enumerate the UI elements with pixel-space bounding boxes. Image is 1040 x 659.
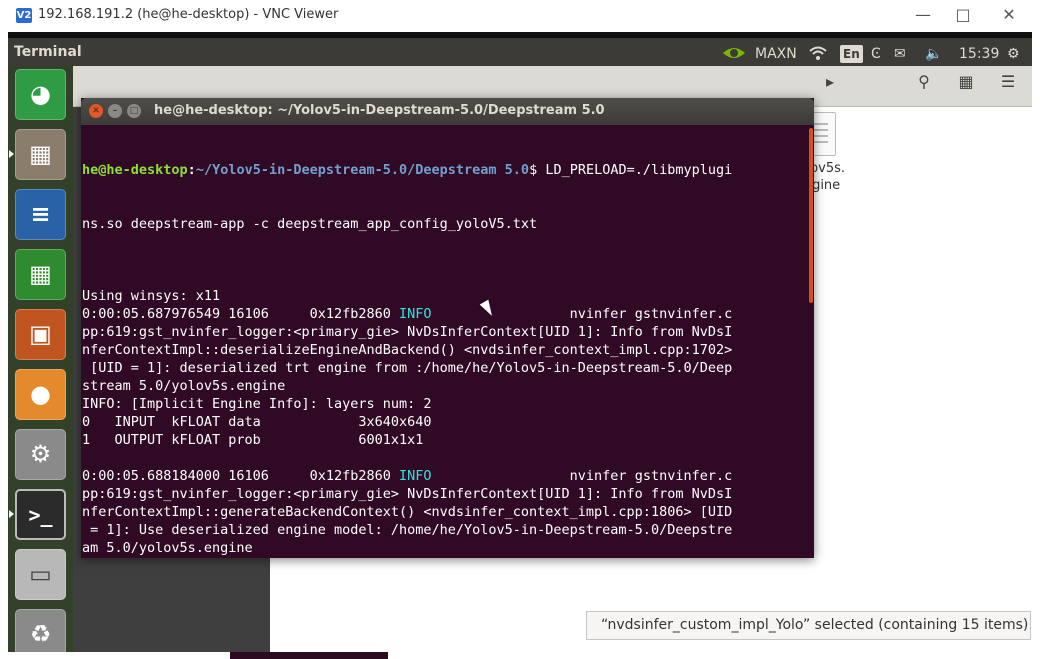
writer-icon[interactable]: ≡	[15, 189, 66, 240]
panel-app-title: Terminal	[14, 44, 82, 60]
terminal-line: 0:00:05.688184000 16106 0x12fb2860 INFO …	[82, 468, 733, 484]
launcher: ◕ ▦ ≡ ▦ ▣ ● ⚙ >_ ▭ ♻	[8, 66, 73, 652]
terminal-line: ns.so deepstream-app -c deepstream_app_c…	[82, 216, 538, 232]
terminal-close-icon[interactable]: ✕	[89, 104, 103, 118]
shopping-bag-icon[interactable]: ●	[15, 369, 66, 420]
terminal-title: he@he-desktop: ~/Yolov5-in-Deepstream-5.…	[154, 103, 605, 118]
terminal-line: Using winsys: x11	[82, 288, 221, 304]
remote-desktop: Terminal MAXN En Ͼ ✉ 🔈 15:39 ⚙ ◕ ▦ ≡ ▦ ▣…	[8, 32, 1032, 652]
search-icon[interactable]: ⚲	[909, 72, 939, 100]
terminal-line: pp:619:gst_nvinfer_logger:<primary_gie> …	[82, 324, 733, 340]
terminal-line: am 5.0/yolov5s.engine	[82, 540, 253, 556]
ubuntu-icon[interactable]: ◕	[15, 69, 66, 120]
info-tag: INFO	[398, 306, 432, 322]
bottom-strip	[0, 652, 1040, 659]
terminal-line: nferContextImpl::generateBackendContext(…	[82, 504, 733, 520]
terminal-minimize-icon[interactable]: –	[108, 104, 122, 118]
terminal-scrollbar[interactable]	[809, 128, 813, 303]
keyboard-layout-badge[interactable]: En	[840, 45, 863, 63]
file-cabinet-icon[interactable]: ▦	[15, 129, 66, 180]
terminal-line: stream 5.0/yolov5s.engine	[82, 378, 286, 394]
chevron-right-icon[interactable]: ▸	[815, 72, 845, 100]
terminal-line: he@he-desktop:~/Yolov5-in-Deepstream-5.0…	[82, 162, 733, 178]
menu-icon[interactable]: ☰	[993, 72, 1023, 100]
terminal-line: INFO: [Implicit Engine Info]: layers num…	[82, 396, 432, 412]
bottom-taskbar-fragment	[230, 652, 388, 659]
gear-icon[interactable]: ⚙	[1007, 43, 1020, 65]
terminal-titlebar: ✕ – □ he@he-desktop: ~/Yolov5-in-Deepstr…	[81, 98, 814, 125]
terminal-maximize-icon[interactable]: □	[127, 104, 141, 118]
terminal-line: 0:00:05.687976549 16106 0x12fb2860 INFO …	[82, 306, 733, 322]
vnc-titlebar: V2 192.168.191.2 (he@he-desktop) - VNC V…	[0, 0, 1040, 32]
bluetooth-icon[interactable]: Ͼ	[871, 43, 881, 65]
terminal-line: pp:619:gst_nvinfer_logger:<primary_gie> …	[82, 486, 733, 502]
terminal-window[interactable]: ✕ – □ he@he-desktop: ~/Yolov5-in-Deepstr…	[81, 98, 814, 558]
drive-icon[interactable]: ▭	[15, 549, 66, 600]
maximize-icon[interactable]: □	[944, 4, 982, 28]
terminal-output[interactable]: he@he-desktop:~/Yolov5-in-Deepstream-5.0…	[82, 125, 804, 558]
terminal-line: 0 INPUT kFLOAT data 3x640x640	[82, 414, 432, 430]
calc-icon[interactable]: ▦	[15, 249, 66, 300]
wifi-icon[interactable]	[808, 43, 828, 65]
mail-icon[interactable]: ✉	[894, 43, 906, 65]
terminal-line: 0:00:05.887084309 16106 0x12fb2860 INFO …	[82, 557, 804, 558]
prompt-user: he@he-desktop	[82, 162, 188, 178]
running-indicator-icon	[9, 510, 14, 518]
terminal-line: nferContextImpl::deserializeEngineAndBac…	[82, 342, 733, 358]
command-text: $ LD_PRELOAD=./libmyplugi	[529, 162, 733, 178]
nvidia-icon[interactable]	[721, 43, 747, 65]
running-indicator-icon	[9, 150, 14, 158]
vnc-logo-icon: V2	[16, 8, 32, 23]
minimize-icon[interactable]: —	[904, 4, 942, 28]
info-tag: INFO	[398, 468, 432, 484]
terminal-line: [UID = 1]: deserialized trt engine from …	[82, 360, 733, 376]
window-title: 192.168.191.2 (he@he-desktop) - VNC View…	[38, 7, 339, 22]
terminal-icon[interactable]: >_	[15, 489, 66, 540]
volume-icon[interactable]: 🔈	[925, 43, 942, 65]
close-icon[interactable]: ✕	[990, 4, 1028, 28]
clock[interactable]: 15:39	[959, 43, 999, 65]
top-panel: Terminal MAXN En Ͼ ✉ 🔈 15:39 ⚙	[8, 32, 1032, 66]
prompt-path: ~/Yolov5-in-Deepstream-5.0/Deepstream 5.…	[195, 162, 530, 178]
selection-status: “nvdsinfer_custom_impl_Yolo” selected (c…	[586, 611, 1031, 640]
power-mode-label[interactable]: MAXN	[755, 43, 797, 65]
list-view-icon[interactable]: ▦	[951, 72, 981, 100]
settings-icon[interactable]: ⚙	[15, 429, 66, 480]
trash-icon[interactable]: ♻	[15, 609, 66, 652]
terminal-line: = 1]: Use deserialized engine model: /ho…	[82, 522, 733, 538]
impress-icon[interactable]: ▣	[15, 309, 66, 360]
terminal-line: 1 OUTPUT kFLOAT prob 6001x1x1	[82, 432, 424, 448]
